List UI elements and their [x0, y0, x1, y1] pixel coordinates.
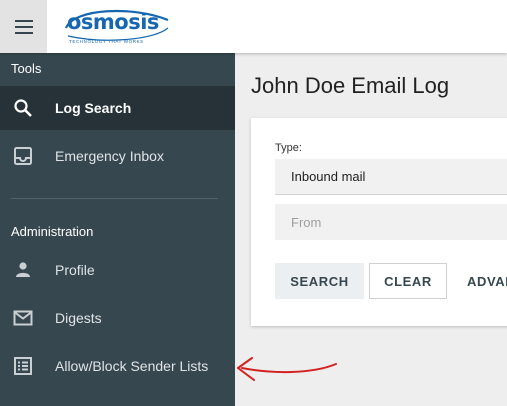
hamburger-icon — [14, 19, 33, 34]
sidebar-item-allow-block-lists[interactable]: Allow/Block Sender Lists — [0, 344, 235, 388]
administration-heading: Administration — [11, 224, 94, 239]
sidebar-item-label: Log Search — [55, 100, 132, 116]
page-title: John Doe Email Log — [251, 73, 450, 98]
search-button[interactable]: SEARCH — [275, 263, 364, 299]
inbox-icon — [14, 147, 32, 165]
mail-icon — [13, 310, 33, 326]
clear-button[interactable]: CLEAR — [369, 263, 447, 299]
logo-tagline: TECHNOLOGY THAT WORKS — [69, 39, 144, 44]
tools-heading: Tools — [11, 61, 42, 76]
advanced-button[interactable]: ADVAN — [454, 263, 507, 299]
logo-text: osmosis — [67, 10, 159, 34]
sidebar-item-emergency-inbox[interactable]: Emergency Inbox — [0, 134, 235, 178]
sidebar-item-label: Digests — [55, 310, 102, 326]
sidebar-item-digests[interactable]: Digests — [0, 296, 235, 340]
sidebar-item-label: Profile — [55, 262, 95, 278]
type-select[interactable]: Inbound mail — [275, 159, 507, 195]
menu-button[interactable] — [0, 0, 47, 53]
top-app-bar: osmosis TECHNOLOGY THAT WORKS — [0, 0, 507, 53]
person-icon — [16, 262, 30, 277]
list-icon — [14, 357, 32, 375]
sidebar-item-log-search[interactable]: Log Search — [0, 86, 235, 130]
sidebar-item-label: Allow/Block Sender Lists — [55, 358, 209, 374]
search-form-card: Type: Inbound mail From SEARCH CLEAR ADV… — [251, 118, 507, 326]
from-input-placeholder: From — [291, 214, 322, 230]
search-icon — [14, 99, 32, 117]
osmosis-logo[interactable]: osmosis TECHNOLOGY THAT WORKS — [64, 6, 172, 48]
sidebar: Tools Log Search Emergency Inbox Adminis… — [0, 53, 235, 406]
type-label: Type: — [275, 142, 302, 154]
type-select-value: Inbound mail — [291, 169, 366, 184]
sidebar-item-profile[interactable]: Profile — [0, 248, 235, 292]
sidebar-item-label: Emergency Inbox — [55, 148, 164, 164]
sidebar-divider — [11, 198, 218, 199]
from-input[interactable]: From — [275, 204, 507, 240]
red-annotation-arrow — [237, 357, 337, 381]
